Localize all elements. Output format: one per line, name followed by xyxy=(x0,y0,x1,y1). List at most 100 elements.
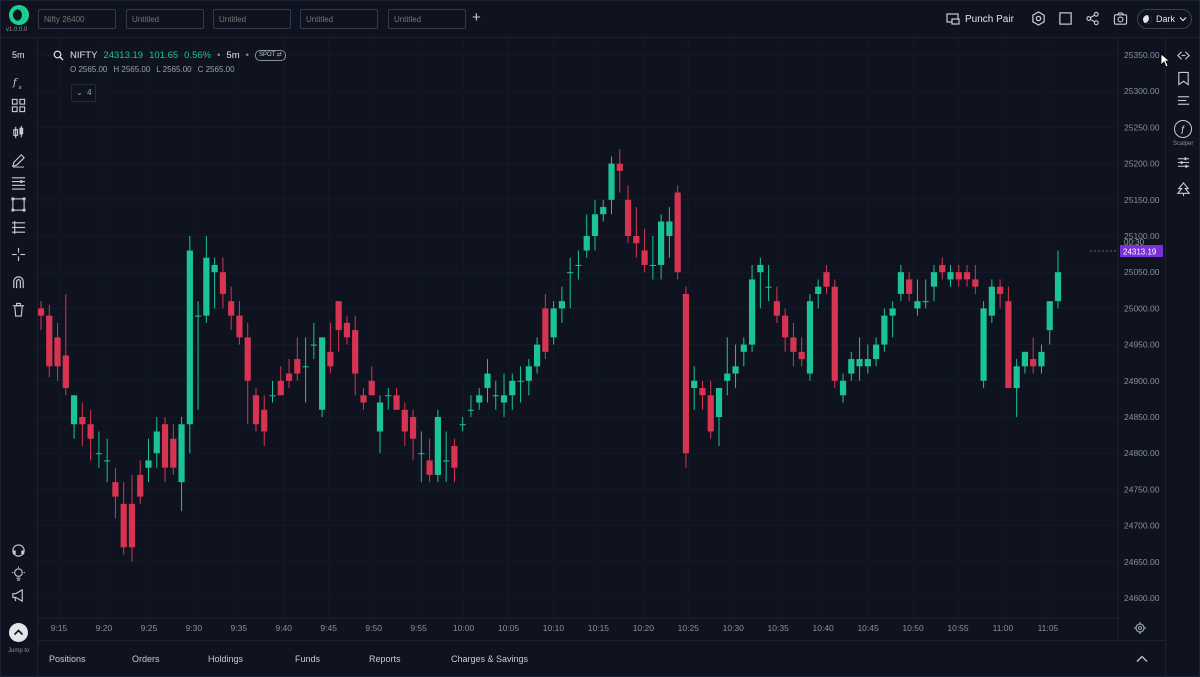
list-icon[interactable] xyxy=(1176,93,1191,108)
candle[interactable] xyxy=(608,156,615,215)
tab-charges-savings[interactable]: Charges & Savings xyxy=(451,654,528,664)
tree-icon[interactable] xyxy=(1176,182,1191,197)
camera-icon[interactable] xyxy=(1113,11,1128,26)
candle[interactable] xyxy=(724,337,731,396)
candle[interactable] xyxy=(352,315,359,396)
candle[interactable] xyxy=(575,250,582,280)
candle[interactable] xyxy=(848,351,855,381)
candle[interactable] xyxy=(1021,351,1029,374)
candle[interactable] xyxy=(302,337,309,403)
candle[interactable] xyxy=(567,257,574,309)
candle[interactable] xyxy=(889,301,896,338)
candle[interactable] xyxy=(806,293,814,381)
tab-input-5[interactable] xyxy=(388,9,466,29)
sliders-icon[interactable] xyxy=(1176,155,1191,170)
candle[interactable] xyxy=(782,308,789,352)
lines-tool-icon[interactable] xyxy=(11,175,26,190)
price-chart[interactable]: 25350.00 25300.00 25250.00 25200.00 25150.00… xyxy=(37,38,1165,639)
candle[interactable] xyxy=(542,293,549,360)
candle[interactable] xyxy=(219,257,227,309)
candle[interactable] xyxy=(484,359,491,403)
interval-selector[interactable]: 5m xyxy=(12,50,25,60)
candle[interactable] xyxy=(467,395,475,417)
candle[interactable] xyxy=(145,438,152,483)
candle[interactable] xyxy=(988,279,995,323)
search-icon[interactable] xyxy=(53,50,64,61)
settings-hex-icon[interactable] xyxy=(1031,11,1046,26)
share-icon[interactable] xyxy=(1085,11,1100,26)
candle[interactable] xyxy=(872,337,880,367)
candle[interactable] xyxy=(823,264,830,294)
symbol-name[interactable]: NIFTY xyxy=(70,50,97,61)
candle[interactable] xyxy=(46,304,53,378)
candle[interactable] xyxy=(203,236,210,323)
candle[interactable] xyxy=(194,301,202,410)
candle[interactable] xyxy=(509,373,516,410)
candle[interactable] xyxy=(666,207,673,258)
candle[interactable] xyxy=(616,149,623,193)
candle[interactable] xyxy=(856,337,863,381)
candle[interactable] xyxy=(95,431,102,468)
candle[interactable] xyxy=(658,214,665,280)
candle[interactable] xyxy=(418,431,425,483)
candle[interactable] xyxy=(682,286,690,468)
candle[interactable] xyxy=(294,337,301,381)
layout-square-icon[interactable] xyxy=(1058,11,1073,26)
candle[interactable] xyxy=(765,264,772,302)
candle[interactable] xyxy=(1013,359,1020,417)
candle[interactable] xyxy=(376,395,384,454)
candle[interactable] xyxy=(600,199,607,222)
candle[interactable] xyxy=(1005,286,1012,389)
tab-input-1[interactable] xyxy=(38,9,116,29)
crosshair-icon[interactable] xyxy=(11,247,26,262)
candle[interactable] xyxy=(897,264,905,302)
candle[interactable] xyxy=(228,286,235,331)
candle[interactable] xyxy=(591,199,599,251)
candle[interactable] xyxy=(947,264,954,287)
candle[interactable] xyxy=(583,214,590,258)
megaphone-icon[interactable] xyxy=(11,588,26,603)
app-logo[interactable] xyxy=(9,5,29,25)
chart-settings-icon[interactable] xyxy=(1134,622,1146,634)
candle[interactable] xyxy=(186,236,193,454)
candle[interactable] xyxy=(37,301,45,331)
tab-input-3[interactable] xyxy=(213,9,291,29)
candlestick-icon[interactable] xyxy=(11,125,26,140)
candle[interactable] xyxy=(972,264,979,294)
candle[interactable] xyxy=(914,279,921,316)
candle[interactable] xyxy=(715,388,723,446)
pencil-icon[interactable] xyxy=(11,153,26,168)
tab-holdings[interactable]: Holdings xyxy=(208,654,243,664)
function-icon[interactable]: fx xyxy=(11,75,26,91)
candle[interactable] xyxy=(54,322,61,381)
candle[interactable] xyxy=(451,438,458,483)
candle[interactable] xyxy=(624,185,632,244)
candle[interactable] xyxy=(1030,337,1037,374)
candle[interactable] xyxy=(550,301,557,345)
candle[interactable] xyxy=(153,417,160,468)
tab-input-4[interactable] xyxy=(300,9,378,29)
candle[interactable] xyxy=(815,279,822,309)
add-tab-button[interactable]: + xyxy=(472,10,481,26)
candle[interactable] xyxy=(930,264,938,302)
candle[interactable] xyxy=(558,286,566,323)
magnet-icon[interactable] xyxy=(11,275,26,290)
candle[interactable] xyxy=(277,366,284,396)
tab-reports[interactable]: Reports xyxy=(369,654,401,664)
tab-positions[interactable]: Positions xyxy=(49,654,86,664)
theme-select[interactable]: Dark xyxy=(1137,9,1192,29)
candle[interactable] xyxy=(963,264,971,287)
tab-funds[interactable]: Funds xyxy=(295,654,320,664)
candle[interactable] xyxy=(798,337,805,367)
candle[interactable] xyxy=(748,264,756,352)
chart-area[interactable]: 25350.00 25300.00 25250.00 25200.00 25150.00… xyxy=(37,38,1165,639)
candle[interactable] xyxy=(939,257,946,280)
candle[interactable] xyxy=(864,344,871,374)
candle[interactable] xyxy=(476,388,483,410)
candle[interactable] xyxy=(906,272,913,302)
collapse-panel-icon[interactable] xyxy=(1176,48,1191,63)
candle[interactable] xyxy=(1054,250,1062,309)
candle[interactable] xyxy=(285,359,293,389)
candle[interactable] xyxy=(707,380,714,439)
candle[interactable] xyxy=(839,373,847,403)
